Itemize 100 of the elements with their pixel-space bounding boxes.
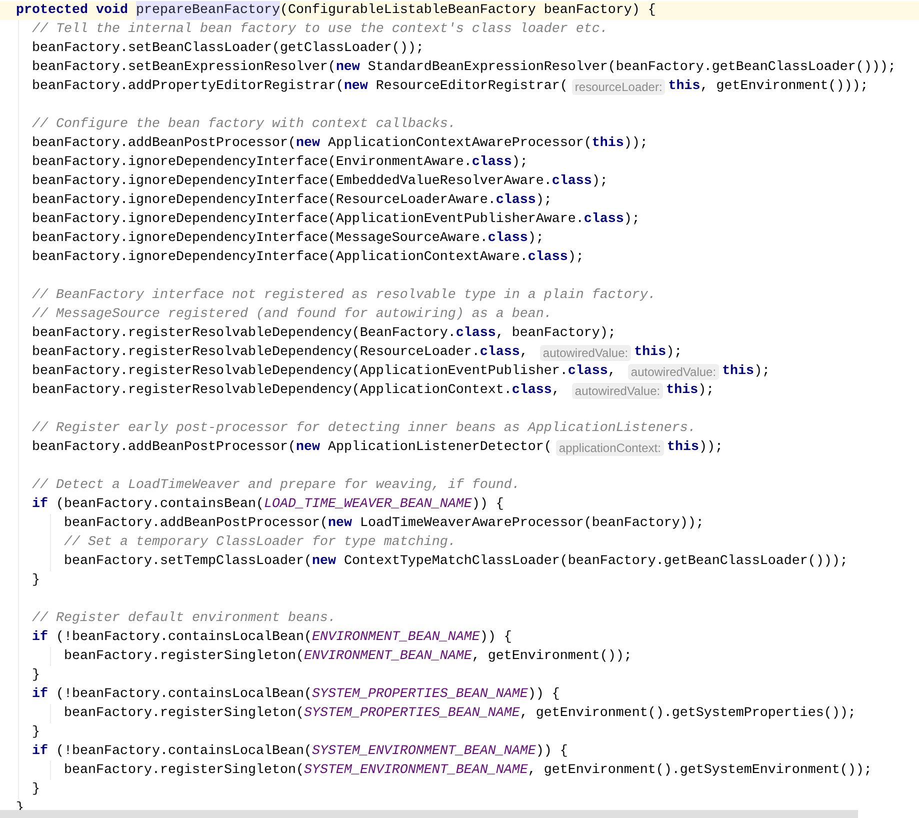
code-text: beanFactory.addPropertyEditorRegistrar( [32, 78, 344, 96]
code-text: beanFactory.registerSingleton( [64, 762, 304, 780]
code-text: beanFactory.ignoreDependencyInterface(EnvironmentAware. [32, 154, 472, 172]
code-text: LoadTimeWeaverAwareProcessor(beanFactory)); [358, 515, 704, 533]
code-text: )) { [480, 629, 512, 647]
constant-name: ENVIRONMENT_BEAN_NAME [304, 648, 472, 666]
keyword: this [592, 135, 624, 153]
code-text: beanFactory.addBeanPostProcessor( [64, 515, 328, 533]
code-text: , beanFactory); [496, 325, 616, 343]
code-text: )); [624, 135, 648, 153]
code-comment: // Tell the internal bean factory to use the context's class loader etc. [32, 21, 608, 39]
keyword: protected void [16, 2, 129, 20]
keyword: class [584, 211, 624, 229]
code-text: , getEnvironment())); [700, 78, 868, 96]
code-comment: // Detect a LoadTimeWeaver and prepare for weaving, if found. [32, 477, 520, 495]
code-text: } [32, 781, 40, 799]
code-text: ApplicationListenerDetector( [326, 439, 552, 457]
code-comment: // Configure the bean factory with context callbacks. [32, 116, 456, 134]
code-text: beanFactory.ignoreDependencyInterface(EmbeddedValueResolverAware. [32, 173, 552, 191]
keyword: class [488, 230, 528, 248]
parameter-hint: autowiredValue: [540, 344, 632, 360]
horizontal-scrollbar[interactable] [0, 810, 858, 818]
code-text: )); [698, 439, 723, 457]
constant-name: ENVIRONMENT_BEAN_NAME [312, 629, 480, 647]
keyword: this [722, 363, 754, 381]
keyword: new [328, 515, 352, 533]
keyword: this [634, 344, 666, 362]
keyword: if [32, 629, 48, 647]
keyword: if [32, 496, 48, 514]
parameter-hint: autowiredValue: [572, 382, 664, 398]
keyword: new [344, 78, 368, 96]
keyword: class [496, 192, 536, 210]
code-text: ); [512, 154, 528, 172]
code-text: (ConfigurableListableBeanFactory beanFactory) { [280, 2, 656, 20]
code-text: beanFactory.ignoreDependencyInterface(ApplicationContextAware. [32, 249, 528, 267]
code-text: , getEnvironment().getSystemProperties()); [520, 705, 856, 723]
code-text: beanFactory.setBeanExpressionResolver( [32, 59, 336, 77]
code-text: beanFactory.addBeanPostProcessor( [32, 135, 296, 153]
code-text: (!beanFactory.containsLocalBean( [54, 686, 312, 704]
constant-name: SYSTEM_PROPERTIES_BEAN_NAME [304, 705, 520, 723]
code-text: (!beanFactory.containsLocalBean( [54, 743, 312, 761]
code-text: ); [698, 382, 714, 400]
code-comment: // BeanFactory interface not registered as resolvable type in a plain factory. [32, 287, 656, 305]
code-comment: // Register default environment beans. [32, 610, 336, 628]
code-text: ); [568, 249, 584, 267]
code-text: beanFactory.setTempClassLoader( [64, 553, 312, 571]
code-text: , [608, 363, 617, 381]
constant-name: SYSTEM_ENVIRONMENT_BEAN_NAME [312, 743, 536, 761]
code-text: , getEnvironment().getSystemEnvironment()); [528, 762, 872, 780]
code-text: ); [624, 211, 640, 229]
keyword: class [456, 325, 496, 343]
code-text: ); [754, 363, 770, 381]
code-text: beanFactory.registerResolvableDependency(ApplicationContext. [32, 382, 512, 400]
keyword: new [296, 439, 320, 457]
keyword: this [666, 439, 699, 457]
code-text: ); [592, 173, 608, 191]
code-text: ); [666, 344, 682, 362]
code-text: beanFactory.registerResolvableDependency(ApplicationEventPublisher. [32, 363, 568, 381]
code-text: beanFactory.ignoreDependencyInterface(ResourceLoaderAware. [32, 192, 496, 210]
keyword: new [336, 59, 360, 77]
code-text: beanFactory.registerSingleton( [64, 705, 304, 723]
keyword: new [296, 135, 320, 153]
code-text: , [520, 344, 529, 362]
code-text: )) { [536, 743, 568, 761]
code-text: ApplicationContextAwareProcessor( [326, 135, 592, 153]
code-text: beanFactory.registerSingleton( [64, 648, 304, 666]
code-text: )) { [472, 496, 504, 514]
keyword: this [668, 78, 700, 96]
keyword: class [480, 344, 520, 362]
keyword: class [472, 154, 512, 172]
code-text: beanFactory.registerResolvableDependency(BeanFactory. [32, 325, 456, 343]
code-text: ); [536, 192, 552, 210]
code-text: ); [528, 230, 544, 248]
code-text: } [32, 724, 40, 742]
keyword: class [528, 249, 568, 267]
parameter-hint: autowiredValue: [628, 364, 720, 380]
highlighted-identifier: prepareBeanFactory [136, 1, 280, 20]
code-text: (!beanFactory.containsLocalBean( [54, 629, 312, 647]
constant-name: LOAD_TIME_WEAVER_BEAN_NAME [264, 496, 472, 514]
code-text: beanFactory.ignoreDependencyInterface(ApplicationEventPublisherAware. [32, 211, 584, 229]
code-text: )) { [528, 686, 560, 704]
parameter-hint: applicationContext: [556, 440, 664, 456]
code-text: } [32, 572, 40, 590]
keyword: if [32, 686, 48, 704]
constant-name: SYSTEM_ENVIRONMENT_BEAN_NAME [304, 762, 528, 780]
code-comment: // Register early post-processor for detecting inner beans as ApplicationListeners. [32, 420, 696, 438]
keyword: class [512, 382, 552, 400]
code-text: } [32, 667, 40, 685]
code-text: ResourceEditorRegistrar( [374, 78, 568, 96]
code-comment: // MessageSource registered (and found for autowiring) as a bean. [32, 306, 552, 324]
code-comment: // Set a temporary ClassLoader for type matching. [64, 534, 456, 552]
keyword: if [32, 743, 48, 761]
code-text: beanFactory.registerResolvableDependency(ResourceLoader. [32, 344, 480, 362]
code-text: beanFactory.addBeanPostProcessor( [32, 439, 296, 457]
code-text: ContextTypeMatchClassLoader(beanFactory.getBeanClassLoader())); [342, 553, 848, 571]
keyword: new [312, 553, 336, 571]
code-text: , [552, 382, 561, 400]
keyword: class [552, 173, 592, 191]
code-text: StandardBeanExpressionResolver(beanFactory.getBeanClassLoader())); [366, 59, 896, 77]
code-text: , getEnvironment()); [472, 648, 632, 666]
